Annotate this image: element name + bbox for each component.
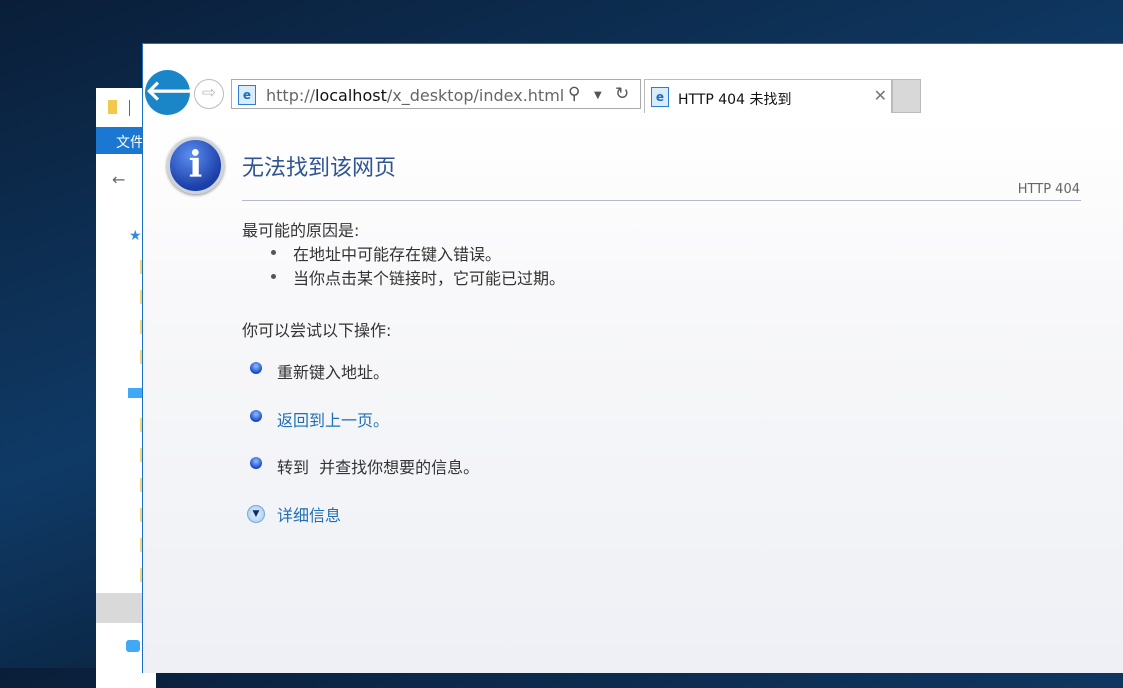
bullet-orb-icon bbox=[250, 410, 262, 422]
address-bar[interactable]: e http://localhost/x_desktop/index.html … bbox=[231, 79, 641, 109]
forward-button[interactable]: ⇨ bbox=[194, 79, 224, 109]
divider bbox=[129, 100, 130, 116]
bullet-orb-icon bbox=[250, 457, 262, 469]
folder-icon bbox=[108, 100, 117, 114]
chevron-down-icon[interactable]: ▼ bbox=[594, 90, 602, 101]
bullet bbox=[271, 250, 276, 255]
more-info-link[interactable]: 详细信息 bbox=[277, 502, 341, 526]
network-icon[interactable] bbox=[126, 640, 140, 652]
action-retype-address: 重新键入地址。 bbox=[277, 363, 390, 382]
browser-window: 🡐 ⇨ e http://localhost/x_desktop/index.h… bbox=[142, 43, 1123, 673]
causes-heading: 最可能的原因是: bbox=[242, 221, 360, 240]
url-text[interactable]: http://localhost/x_desktop/index.html bbox=[266, 86, 564, 105]
back-button[interactable]: 🡐 bbox=[145, 70, 220, 115]
page-icon: e bbox=[238, 85, 256, 105]
bullet bbox=[271, 274, 276, 279]
page-title: 无法找到该网页 bbox=[242, 156, 397, 181]
actions-heading: 你可以尝试以下操作: bbox=[242, 321, 392, 340]
http-status-code: HTTP 404 bbox=[1017, 182, 1080, 197]
cause-item: 在地址中可能存在键入错误。 bbox=[293, 245, 502, 264]
go-back-link[interactable]: 返回到上一页。 bbox=[277, 407, 389, 431]
divider bbox=[242, 200, 1081, 201]
new-tab-button[interactable] bbox=[892, 79, 921, 113]
action-search: 转到 并查找你想要的信息。 bbox=[277, 458, 480, 477]
close-icon[interactable]: ✕ bbox=[874, 86, 887, 105]
cause-item: 当你点击某个链接时，它可能已过期。 bbox=[293, 269, 566, 288]
bullet-orb-icon bbox=[250, 362, 262, 374]
expand-chevron-icon[interactable]: ▼ bbox=[247, 505, 265, 523]
search-icon[interactable]: ⚲ bbox=[568, 84, 580, 104]
this-pc-icon[interactable] bbox=[128, 388, 142, 398]
tab-404[interactable]: e HTTP 404 未找到 ✕ bbox=[644, 79, 892, 113]
back-arrow-icon[interactable]: ← bbox=[112, 170, 125, 189]
page-icon: e bbox=[651, 87, 669, 107]
tab-title: HTTP 404 未找到 bbox=[678, 92, 792, 108]
quick-access-star-icon[interactable]: ★ bbox=[129, 228, 142, 244]
refresh-icon[interactable]: ↻ bbox=[615, 84, 629, 104]
info-icon: i bbox=[167, 137, 224, 194]
